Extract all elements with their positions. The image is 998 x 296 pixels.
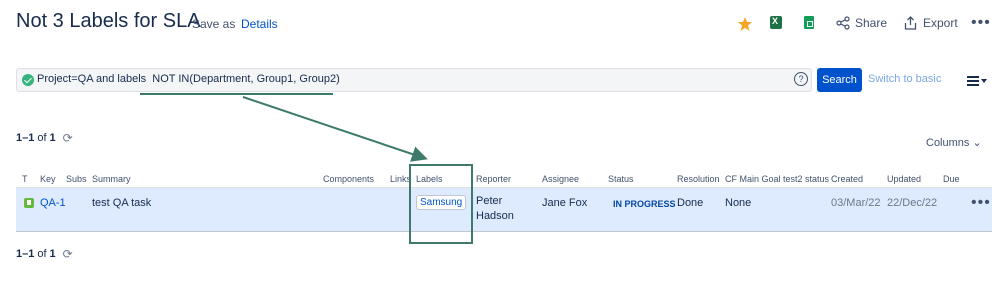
valid-query-check-icon	[22, 74, 34, 86]
table-row[interactable]: QA-1 test QA task Samsung Peter Hadson J…	[16, 188, 992, 232]
col-links[interactable]: Links	[390, 174, 411, 184]
issue-key-link[interactable]: QA-1	[40, 197, 66, 209]
cf-main-goal-value: None	[725, 197, 752, 209]
query-text[interactable]: Project=QA and labels NOT IN(Department,…	[37, 73, 340, 85]
pager-bottom: 1–1 of 1 ⟳	[16, 247, 73, 261]
col-assignee[interactable]: Assignee	[542, 174, 579, 184]
updated-date: 22/Dec/22	[887, 197, 938, 209]
col-resolution[interactable]: Resolution	[677, 174, 720, 184]
col-labels[interactable]: Labels	[416, 174, 443, 184]
pager-top: 1–1 of 1 ⟳	[16, 131, 73, 145]
created-date: 03/Mar/22	[831, 197, 881, 209]
share-icon	[836, 16, 850, 30]
chevron-down-icon[interactable]	[981, 79, 987, 83]
issue-table: T Key Subs Summary Components Links Labe…	[16, 170, 992, 232]
col-updated[interactable]: Updated	[887, 174, 921, 184]
annotation-arrow	[242, 96, 428, 162]
story-type-icon	[24, 198, 34, 208]
share-button[interactable]: Share	[836, 16, 887, 30]
export-icon	[904, 16, 917, 30]
pager-range: 1–1	[16, 248, 35, 260]
pager-range: 1–1	[16, 132, 35, 144]
col-subs[interactable]: Subs	[66, 174, 87, 184]
excel-icon[interactable]	[770, 16, 782, 29]
columns-button[interactable]: Columns ⌄	[926, 136, 982, 149]
export-button[interactable]: Export	[904, 16, 958, 30]
search-button[interactable]: Search	[817, 68, 862, 92]
table-header: T Key Subs Summary Components Links Labe…	[16, 170, 992, 188]
switch-to-basic-link[interactable]: Switch to basic	[868, 73, 941, 85]
help-icon[interactable]: ?	[794, 72, 808, 86]
status-badge: IN PROGRESS	[610, 196, 679, 212]
view-menu-icon[interactable]	[967, 76, 979, 88]
star-icon[interactable]	[737, 16, 753, 32]
save-as-link[interactable]: Save as	[192, 17, 235, 31]
columns-label: Columns	[926, 137, 970, 149]
page-title: Not 3 Labels for SLA	[16, 10, 201, 32]
google-sheets-icon[interactable]	[804, 16, 814, 29]
share-label: Share	[855, 16, 888, 30]
col-summary[interactable]: Summary	[92, 174, 131, 184]
col-due[interactable]: Due	[943, 174, 960, 184]
row-actions-icon[interactable]: •••	[971, 194, 991, 212]
more-actions-icon[interactable]: •••	[971, 14, 991, 32]
pager-of: of	[37, 248, 47, 260]
chevron-down-icon: ⌄	[972, 137, 982, 149]
refresh-icon[interactable]: ⟳	[63, 131, 73, 145]
label-chip[interactable]: Samsung	[416, 195, 467, 210]
issue-summary-link[interactable]: test QA task	[92, 197, 151, 209]
pager-total: 1	[49, 132, 56, 144]
resolution-value: Done	[677, 197, 704, 209]
details-link[interactable]: Details	[241, 17, 278, 31]
col-reporter[interactable]: Reporter	[476, 174, 511, 184]
col-key[interactable]: Key	[40, 174, 56, 184]
reporter-first-name[interactable]: Peter	[476, 195, 502, 207]
col-components[interactable]: Components	[323, 174, 374, 184]
refresh-icon[interactable]: ⟳	[63, 247, 73, 261]
col-cf-main-goal[interactable]: CF Main Goal test2 status	[725, 174, 829, 184]
assignee-name[interactable]: Jane Fox	[542, 197, 587, 209]
jql-query-input[interactable]: Project=QA and labels NOT IN(Department,…	[16, 68, 812, 92]
reporter-last-name[interactable]: Hadson	[476, 210, 514, 222]
col-type[interactable]: T	[22, 174, 28, 184]
pager-total: 1	[49, 248, 56, 260]
export-label: Export	[923, 16, 958, 30]
annotation-overlay	[140, 93, 473, 244]
col-created[interactable]: Created	[831, 174, 863, 184]
pager-of: of	[37, 132, 47, 144]
col-status[interactable]: Status	[608, 174, 634, 184]
